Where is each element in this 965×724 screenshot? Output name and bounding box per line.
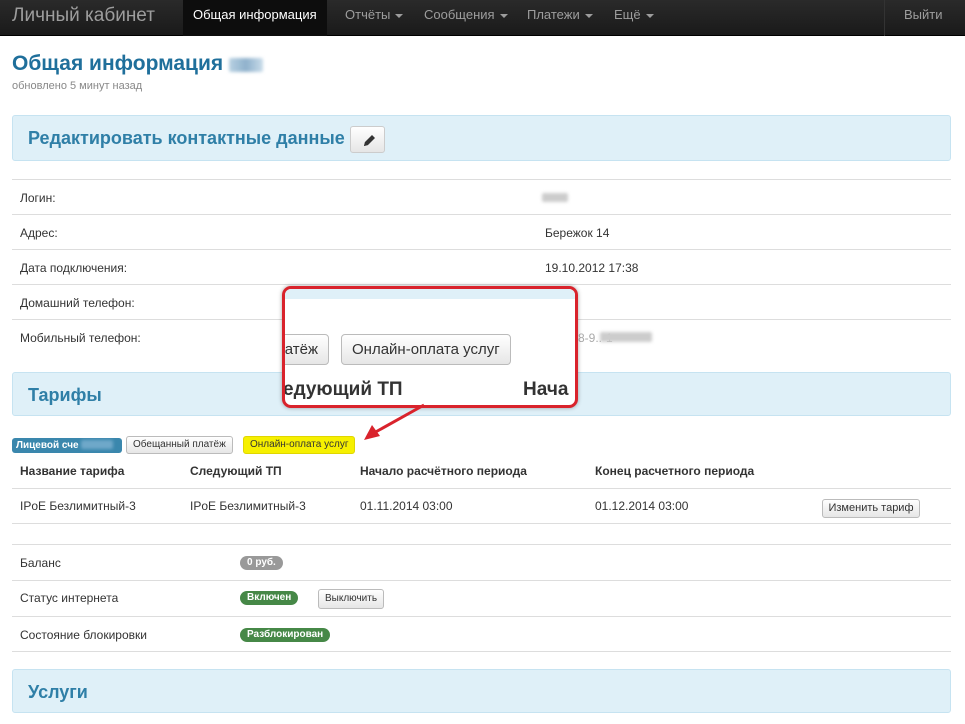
contact-label: Мобильный телефон: <box>20 331 141 345</box>
contact-value: Бережок 14 <box>545 226 610 240</box>
zoom-online-payment-button: Онлайн-оплата услуг <box>341 334 511 365</box>
nav-messages-label: Сообщения <box>424 7 495 22</box>
nav-general-info-label: Общая информация <box>193 7 317 22</box>
nav-messages[interactable]: Сообщения <box>414 0 518 36</box>
tariffs-section-title: Тарифы <box>28 385 102 405</box>
services-section-header: Услуги <box>12 669 951 713</box>
col-header-tariff: Название тарифа <box>20 464 125 478</box>
nav-more[interactable]: Ещё <box>604 0 664 36</box>
col-header-period-start: Начало расчётного периода <box>360 464 527 478</box>
redacted-account-number <box>81 440 114 449</box>
next-tariff: IPoE Безлимитный-3 <box>190 499 306 513</box>
chevron-down-icon <box>499 13 508 18</box>
nav-general-info[interactable]: Общая информация <box>183 0 327 36</box>
zoom-callout: латёж Онлайн-оплата услуг едующий ТП Нач… <box>282 286 578 408</box>
chevron-down-icon <box>645 13 654 18</box>
period-start: 01.11.2014 03:00 <box>360 499 453 513</box>
contact-label: Адрес: <box>20 226 58 240</box>
edit-contacts-button[interactable] <box>350 126 385 153</box>
page-title: Общая информация <box>12 52 263 76</box>
nav-divider <box>884 0 885 36</box>
block-status-badge: Разблокирован <box>240 628 331 642</box>
disable-internet-button[interactable]: Выключить <box>318 589 385 609</box>
updated-time: обновлено 5 минут назад <box>12 80 143 92</box>
page-title-text: Общая информация <box>12 52 224 75</box>
promised-payment-button[interactable]: Обещанный платёж <box>126 436 233 454</box>
account-badge: Лицевой сче <box>12 438 122 453</box>
logout-link[interactable]: Выйти <box>894 0 953 36</box>
account-label: Лицевой сче <box>16 440 79 451</box>
services-section-title: Услуги <box>28 682 88 702</box>
contacts-section-header: Редактировать контактные данные <box>12 115 951 161</box>
period-end: 01.12.2014 03:00 <box>595 499 689 513</box>
nav-payments[interactable]: Платежи <box>517 0 603 36</box>
balance-label: Баланс <box>20 556 61 570</box>
internet-status-row: Статус интернета Включен Выключить <box>12 580 951 616</box>
redacted-login <box>542 193 568 202</box>
block-status-label: Состояние блокировки <box>20 628 147 642</box>
internet-status-badge: Включен <box>240 591 299 605</box>
balance-badge: 0 руб. <box>240 556 283 570</box>
block-status-row: Состояние блокировки Разблокирован <box>12 616 951 652</box>
contacts-section-title: Редактировать контактные данные <box>28 128 345 148</box>
balance-row: Баланс 0 руб. <box>12 544 951 580</box>
zoom-col-period-start: Нача <box>523 379 569 400</box>
logout-label: Выйти <box>904 7 943 22</box>
table-row <box>12 488 951 524</box>
chevron-down-icon <box>584 13 593 18</box>
nav-reports-label: Отчёты <box>345 7 391 22</box>
contact-row-login: Логин: <box>12 179 951 214</box>
nav-reports[interactable]: Отчёты <box>335 0 413 36</box>
zoom-promised-payment-button: латёж <box>285 334 330 365</box>
pencil-icon <box>364 135 375 146</box>
callout-stripe <box>285 289 575 299</box>
tariff-name: IPoE Безлимитный-3 <box>20 499 136 513</box>
col-header-next-tp: Следующий ТП <box>190 464 282 478</box>
brand-logo[interactable]: Личный кабинет <box>12 5 155 27</box>
change-tariff-button[interactable]: Изменить тариф <box>822 499 920 518</box>
redacted-account <box>228 58 263 72</box>
contact-row-connected: Дата подключения: 19.10.2012 17:38 <box>12 249 951 284</box>
contact-row-address: Адрес: Бережок 14 <box>12 214 951 249</box>
contact-label: Логин: <box>20 191 56 205</box>
contact-label: Дата подключения: <box>20 261 128 275</box>
internet-status-label: Статус интернета <box>20 591 119 605</box>
col-header-period-end: Конец расчетного периода <box>595 464 755 478</box>
chevron-down-icon <box>395 13 404 18</box>
contact-value: 19.10.2012 17:38 <box>545 261 639 275</box>
top-navbar: Личный кабинет Общая информация Отчёты С… <box>0 0 965 36</box>
zoom-col-next-tp: едующий ТП <box>283 379 403 400</box>
contact-label: Домашний телефон: <box>20 296 135 310</box>
nav-payments-label: Платежи <box>527 7 580 22</box>
online-payment-button[interactable]: Онлайн-оплата услуг <box>243 436 356 454</box>
nav-more-label: Ещё <box>614 7 641 22</box>
redacted-phone <box>600 332 652 342</box>
